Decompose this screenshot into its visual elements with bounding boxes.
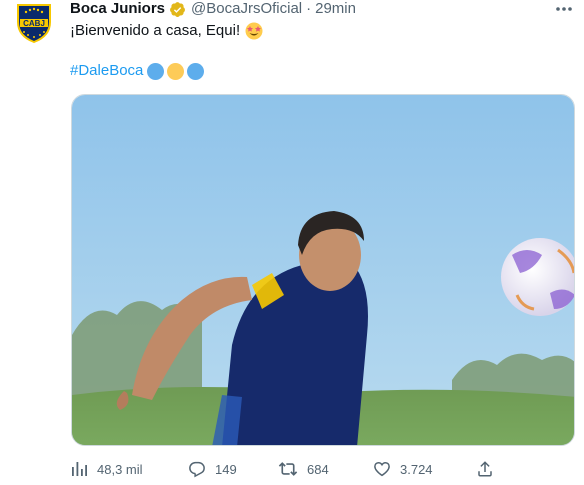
boca-crest-icon: CABJ [17,4,51,44]
reply-button[interactable]: 149 [188,458,237,480]
tweet-text: ¡Bienvenido a casa, Equi! [70,21,263,41]
circle-emojis [147,62,205,80]
like-button[interactable]: 3.724 [373,458,433,480]
header-separator: · [306,0,312,17]
share-icon [476,460,494,478]
hashtag-daleboca[interactable]: #DaleBoca [70,61,143,81]
reply-count: 149 [215,461,237,477]
views-count: 48,3 mil [97,461,143,477]
hashtag-line: #DaleBoca [70,61,205,81]
like-count: 3.724 [400,461,433,477]
reply-icon [188,460,206,478]
training-photo-image [72,95,574,445]
retweet-count: 684 [307,461,329,477]
retweet-icon [278,460,298,478]
blue-circle-icon [187,62,205,80]
tweet-timestamp[interactable]: 29min [315,0,356,18]
yellow-circle-icon [167,62,185,80]
author-handle[interactable]: @BocaJrsOficial [191,0,302,18]
tweet-photo[interactable] [71,94,575,446]
views-icon [70,460,88,478]
heart-icon [373,460,391,478]
star-struck-emoji-icon [245,22,263,40]
views-button[interactable]: 48,3 mil [70,458,143,480]
tweet-header: Boca Juniors @BocaJrsOficial · 29min [70,0,356,18]
blue-circle-icon [147,62,165,80]
display-name[interactable]: Boca Juniors [70,0,165,18]
verified-badge-icon [169,1,186,18]
tweet-text-content: ¡Bienvenido a casa, Equi! [70,22,241,39]
share-button[interactable] [476,458,494,480]
retweet-button[interactable]: 684 [278,458,329,480]
tweet-actions: 48,3 mil 149 684 3.724 [70,458,500,480]
more-options-icon[interactable] [554,1,574,17]
avatar[interactable]: CABJ [10,0,58,46]
tweet[interactable]: CABJ Boca Juniors @BocaJrsOficial · 29mi… [0,0,584,485]
avatar-crest-text: CABJ [23,19,45,28]
